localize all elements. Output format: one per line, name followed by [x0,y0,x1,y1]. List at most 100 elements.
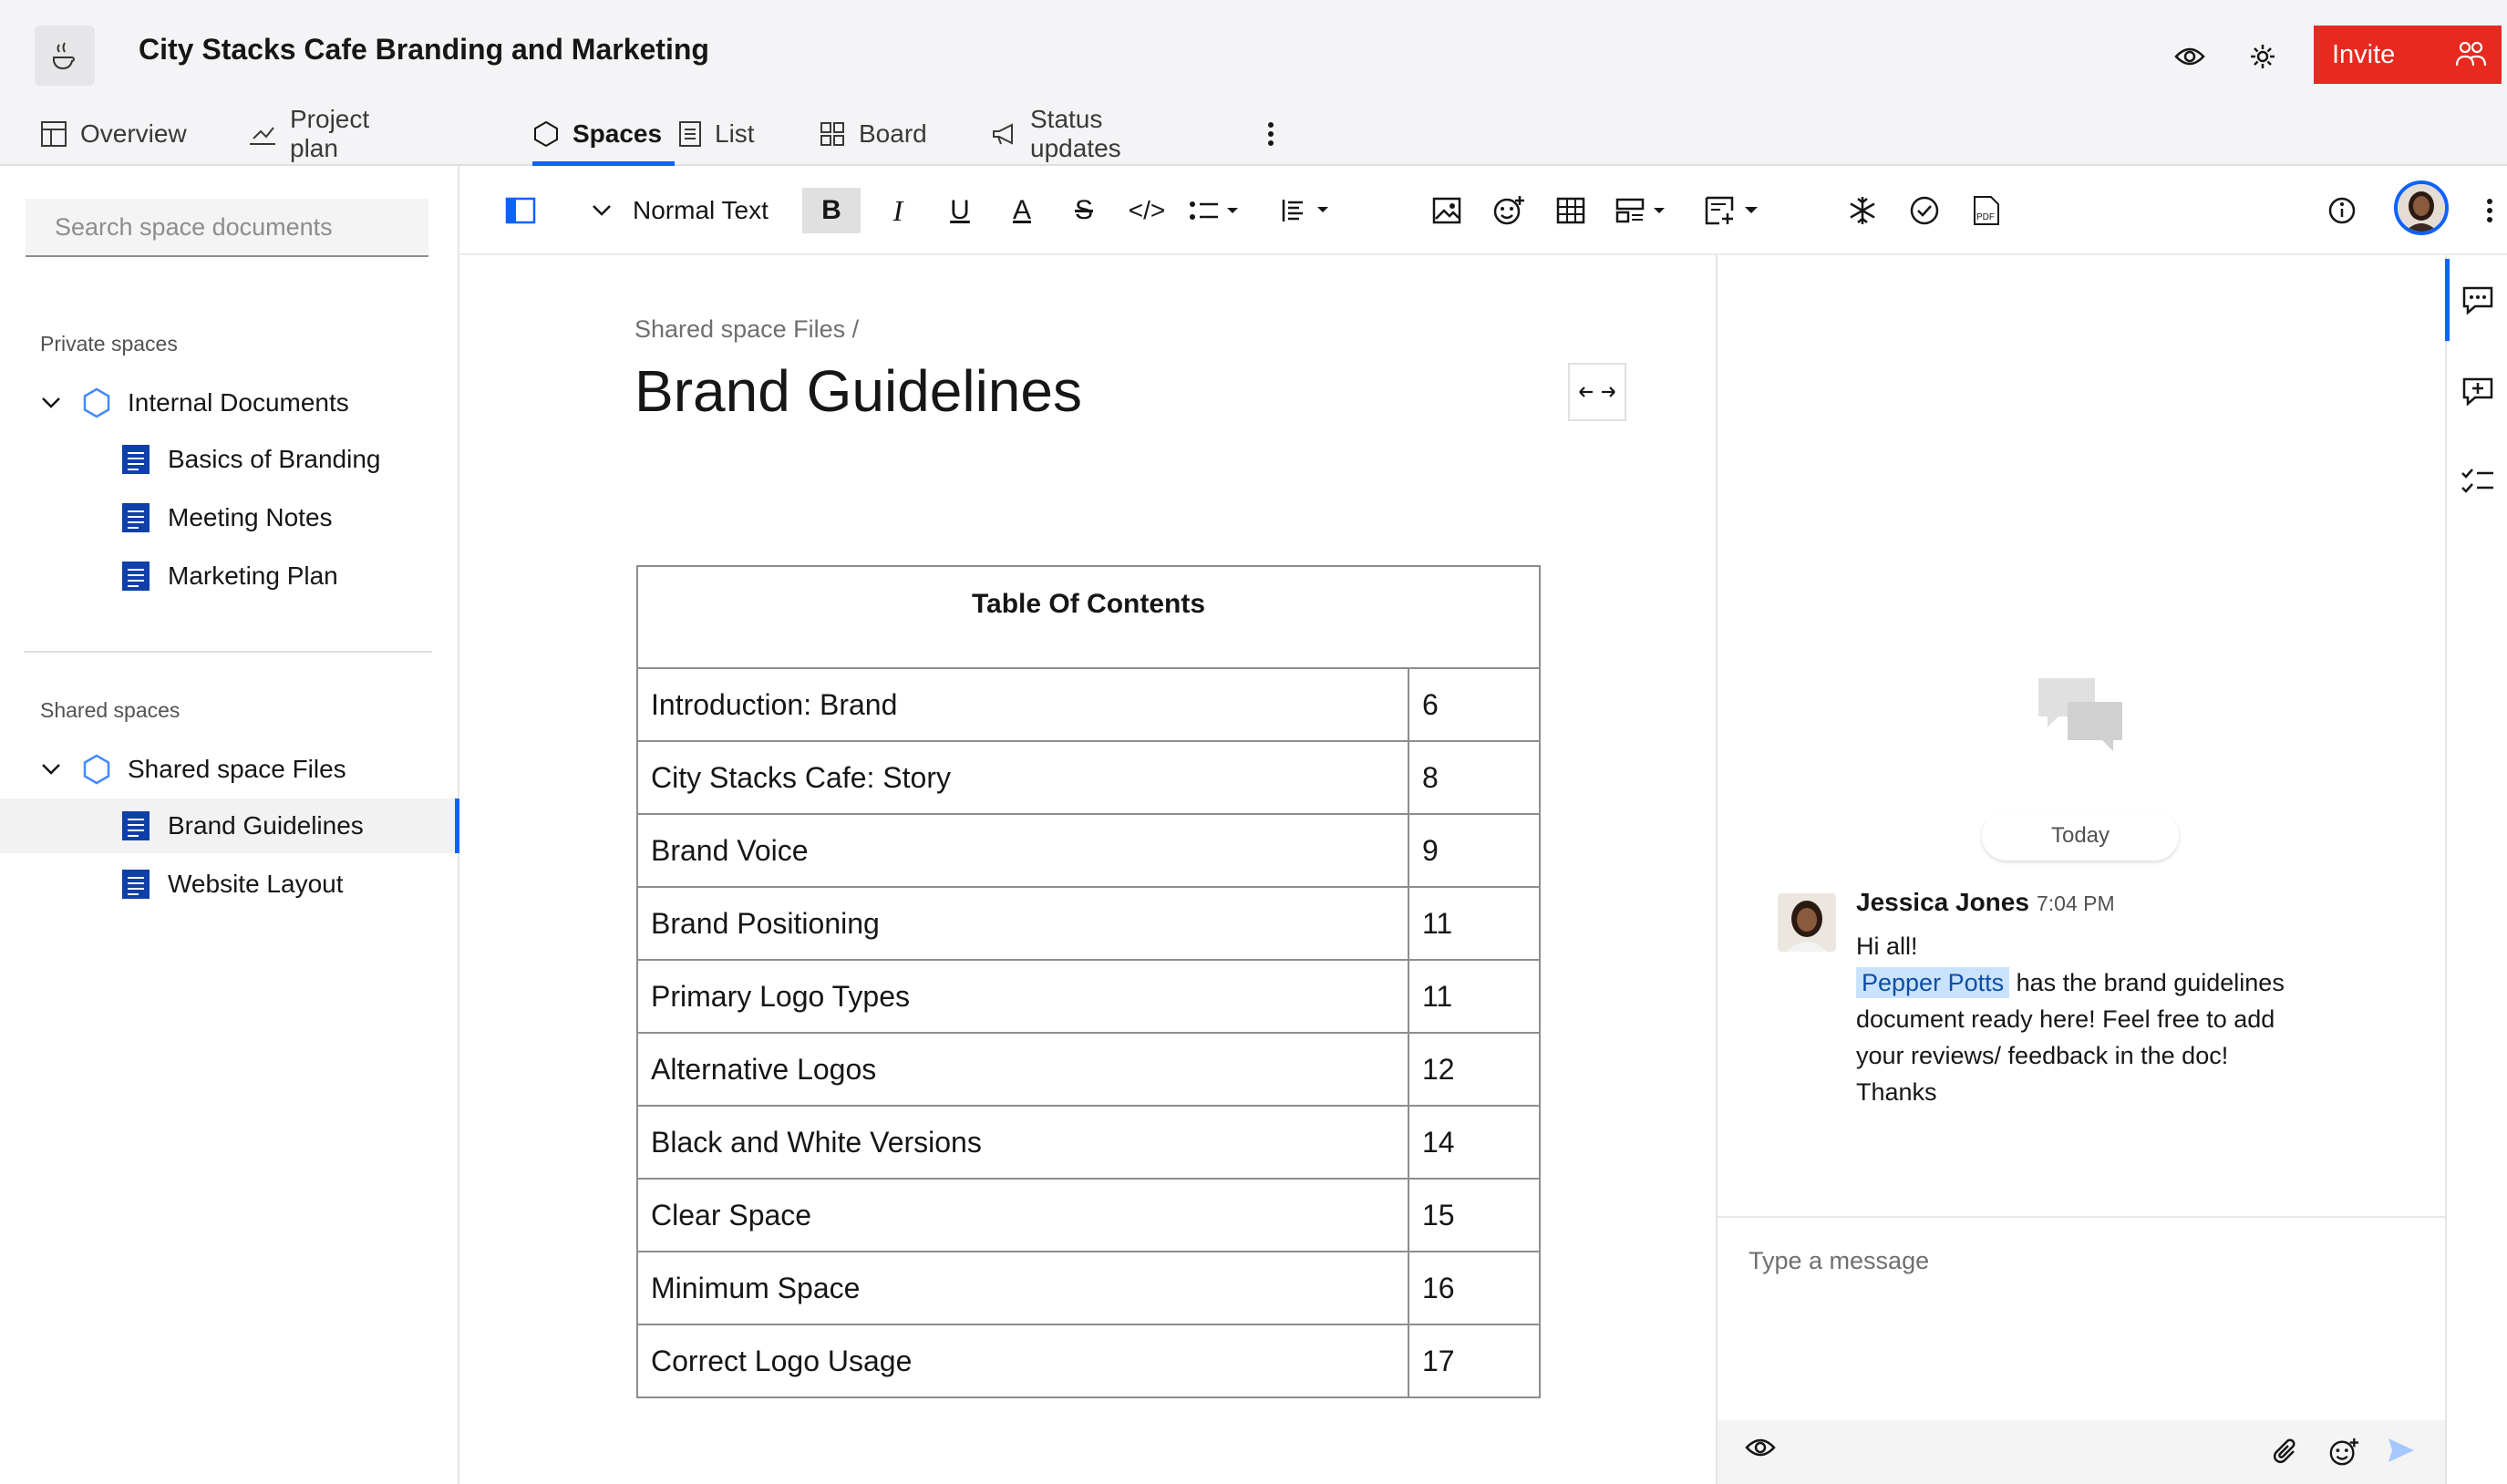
rail-tasks-button[interactable] [2447,439,2507,521]
toc-title-cell: Correct Logo Usage [638,1325,1409,1396]
user-avatar[interactable] [2394,180,2449,235]
tab-label: Overview [80,119,187,148]
visibility-button[interactable] [1745,1437,1776,1458]
freeze-button[interactable] [1840,188,1885,233]
doc-basics-of-branding[interactable]: Basics of Branding [0,432,459,487]
toc-page-cell: 16 [1422,1271,1455,1304]
project-plan-icon [248,120,277,148]
space-hexagon-icon [83,754,110,785]
table-of-contents[interactable]: Table Of Contents Introduction: Brand 6 C… [636,565,1541,1398]
watch-button[interactable] [2170,36,2210,77]
toc-title-cell: Brand Positioning [638,888,1409,959]
message-author[interactable]: Jessica Jones [1856,888,2029,917]
table-row[interactable]: Introduction: Brand 6 [638,669,1539,742]
toc-page-cell: 12 [1422,1052,1455,1086]
approval-button[interactable] [1902,188,1947,233]
folder-shared-space-files[interactable]: Shared space Files [0,742,459,797]
bold-icon: B [821,195,841,225]
layout-dropdown[interactable] [1612,188,1676,233]
document-title[interactable]: Brand Guidelines [634,357,1082,425]
image-icon [1432,197,1461,224]
strikethrough-button[interactable]: S [1061,188,1107,233]
layout-icon [1615,198,1665,223]
toc-title-cell: Primary Logo Types [638,961,1409,1032]
document-editor: Shared space Files / Brand Guidelines Ta… [459,255,1716,1484]
coffee-cup-icon [53,42,75,70]
user-mention[interactable]: Pepper Potts [1856,967,2010,998]
emoji-button[interactable] [2328,1437,2359,1468]
document-info-button[interactable] [2319,188,2365,233]
bold-button[interactable]: B [802,188,861,233]
text-style-dropdown[interactable]: Normal Text [591,188,791,233]
toolbar-more-menu[interactable] [2476,188,2503,233]
toc-page-cell: 9 [1422,833,1439,867]
table-row[interactable]: Alternative Logos 12 [638,1034,1539,1107]
toc-title-cell: Brand Voice [638,815,1409,886]
table-row[interactable]: Correct Logo Usage 17 [638,1325,1539,1398]
bullet-list-dropdown[interactable] [1185,188,1249,233]
tab-board[interactable]: Board [819,102,927,166]
expand-width-button[interactable] [1568,363,1626,421]
tab-label: List [715,119,755,148]
doc-meeting-notes[interactable]: Meeting Notes [0,490,459,545]
breadcrumb[interactable]: Shared space Files / [634,315,859,344]
rail-comments-button[interactable] [2445,259,2507,341]
table-row[interactable]: Primary Logo Types 11 [638,961,1539,1034]
shared-spaces-label: Shared spaces [40,698,181,722]
export-pdf-button[interactable]: PDF [1964,188,2009,233]
spaces-icon [532,120,560,148]
tabs-overflow-menu[interactable] [1267,102,1274,166]
toc-page-cell: 14 [1422,1125,1455,1159]
italic-icon: I [892,193,903,227]
code-button[interactable]: </> [1121,188,1172,233]
tab-list[interactable]: List [678,102,755,166]
tab-label: Board [859,119,927,148]
avatar-photo-icon [2398,184,2445,232]
space-hexagon-icon [83,387,110,418]
doc-marketing-plan[interactable]: Marketing Plan [0,549,459,603]
gear-icon [2251,45,2275,68]
tab-overview[interactable]: Overview [40,102,187,166]
code-icon: </> [1128,196,1166,224]
toc-title-cell: Black and White Versions [638,1107,1409,1178]
board-icon [819,120,846,148]
table-row[interactable]: City Stacks Cafe: Story 8 [638,742,1539,815]
table-row[interactable]: Black and White Versions 14 [638,1107,1539,1180]
invite-button[interactable]: Invite [2314,26,2502,84]
folder-label: Shared space Files [128,755,346,783]
right-rail [2445,255,2507,1484]
table-row[interactable]: Clear Space 15 [638,1180,1539,1252]
eye-icon [1745,1438,1776,1457]
insert-template-dropdown[interactable] [1701,188,1769,233]
toc-title-cell: City Stacks Cafe: Story [638,742,1409,813]
chat-bubbles-icon [2038,678,2122,751]
search-space-documents-input[interactable]: Search space documents [26,199,428,257]
insert-table-button[interactable] [1548,188,1594,233]
italic-button[interactable]: I [875,188,921,233]
table-row[interactable]: Brand Positioning 11 [638,888,1539,961]
insert-emoji-button[interactable] [1486,188,1532,233]
document-icon [122,811,150,840]
doc-label: Marketing Plan [168,562,338,590]
send-button[interactable] [2387,1437,2416,1464]
toggle-sidebar-button[interactable] [498,188,543,233]
table-row[interactable]: Minimum Space 16 [638,1252,1539,1325]
tab-project-plan[interactable]: Project plan [248,102,369,166]
tab-status-updates[interactable]: Status updates [990,102,1121,166]
project-logo[interactable] [35,26,95,86]
text-color-button[interactable]: A [999,188,1045,233]
underline-button[interactable]: U [937,188,983,233]
toc-heading: Table Of Contents [638,567,1539,669]
eye-icon [2174,47,2205,66]
tab-spaces[interactable]: Spaces [532,102,676,166]
doc-brand-guidelines[interactable]: Brand Guidelines [0,799,459,853]
doc-website-layout[interactable]: Website Layout [0,857,459,912]
settings-button[interactable] [2243,36,2283,77]
rail-add-comment-button[interactable] [2447,350,2507,432]
alignment-dropdown[interactable] [1278,188,1338,233]
table-row[interactable]: Brand Voice 9 [638,815,1539,888]
insert-image-button[interactable] [1424,188,1470,233]
document-icon [122,562,150,591]
folder-internal-documents[interactable]: Internal Documents [0,376,459,430]
attach-button[interactable] [2270,1437,2299,1466]
